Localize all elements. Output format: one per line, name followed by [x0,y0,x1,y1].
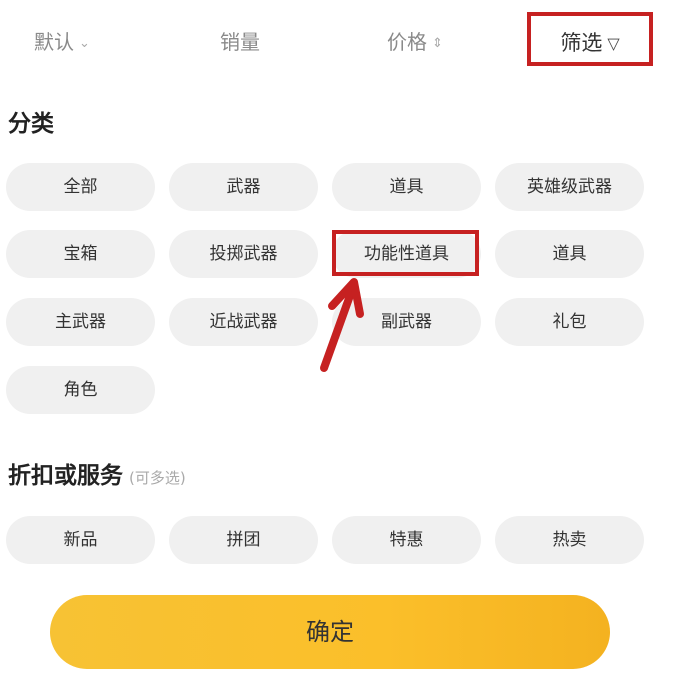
service-title-text: 折扣或服务 [8,463,123,489]
category-chip-functional-item[interactable]: 功能性道具 [332,230,481,278]
service-chip-group-buy[interactable]: 拼团 [169,516,318,564]
service-chip-special-offer[interactable]: 特惠 [332,516,481,564]
chevron-down-icon: ⌄ [79,35,90,51]
sort-arrows-icon: ⇕ [432,35,443,51]
multi-select-hint: (可多选) [129,469,186,487]
service-chip-hot-sale[interactable]: 热卖 [495,516,644,564]
sort-bar: 默认 ⌄ 销量 价格 ⇕ 筛选 ▽ [0,0,693,86]
category-chip-throwable[interactable]: 投掷武器 [169,230,318,278]
category-chip-hero-weapon[interactable]: 英雄级武器 [495,163,644,211]
sort-sales-label: 销量 [220,30,260,54]
category-chip-gift-pack[interactable]: 礼包 [495,298,644,346]
category-chip-item-2[interactable]: 道具 [495,230,644,278]
category-chip-all[interactable]: 全部 [6,163,155,211]
category-chip-chest[interactable]: 宝箱 [6,230,155,278]
filter-funnel-icon: ▽ [607,34,620,53]
category-chip-item[interactable]: 道具 [332,163,481,211]
red-arrow-icon [320,278,364,372]
sort-price-label: 价格 [387,30,428,54]
sort-default-tab[interactable]: 默认 ⌄ [34,22,114,62]
service-section-title: 折扣或服务 (可多选) [8,456,186,490]
service-chip-new[interactable]: 新品 [6,516,155,564]
filter-label: 筛选 [560,31,603,55]
category-section-title: 分类 [8,111,54,137]
category-chip-main-weapon[interactable]: 主武器 [6,298,155,346]
sort-default-label: 默认 [34,30,74,54]
confirm-button[interactable]: 确定 [50,595,610,669]
sort-sales-tab[interactable]: 销量 [190,22,290,62]
category-chip-character[interactable]: 角色 [6,366,155,414]
category-chip-melee-weapon[interactable]: 近战武器 [169,298,318,346]
filter-tab[interactable]: 筛选 ▽ [527,12,653,66]
sort-price-tab[interactable]: 价格 ⇕ [370,22,460,62]
category-chip-weapon[interactable]: 武器 [169,163,318,211]
